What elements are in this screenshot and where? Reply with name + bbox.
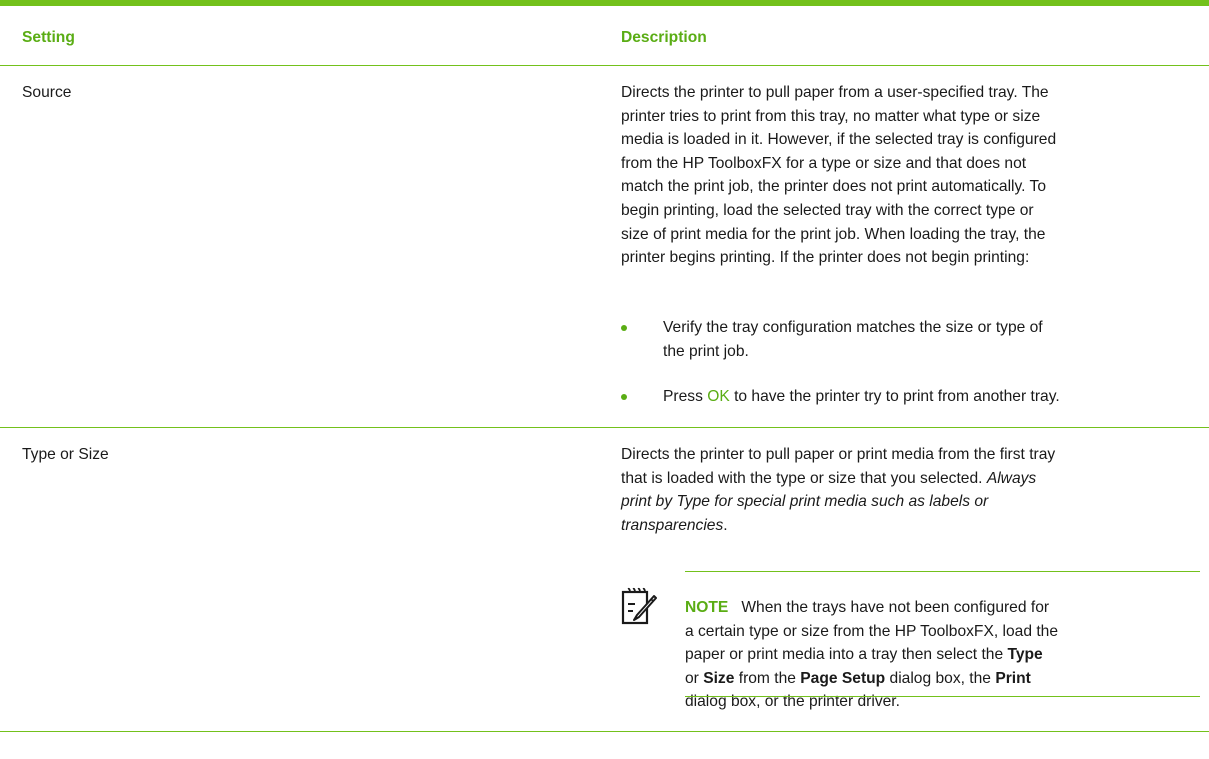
description-line: that is loaded with the type or size tha… [621, 469, 987, 487]
description-line: Directs the printer to pull paper from a… [621, 84, 1049, 101]
bullet-text: the print job. [663, 342, 749, 360]
note-line: a certain type or size from the HP Toolb… [685, 622, 1059, 640]
table-header-row: Setting Description [0, 6, 1209, 65]
header-divider [0, 65, 1209, 66]
note-pencil-icon [621, 587, 657, 625]
note-line: When the trays have not been configured … [741, 599, 1050, 616]
bullet-text: to have the printer try to print from an… [729, 388, 1060, 405]
italic-text: transparencies [621, 516, 724, 534]
row-divider [0, 427, 1209, 428]
description-line: size of print media for the print job. W… [621, 225, 1046, 243]
bullet-dot-icon [621, 394, 627, 400]
note-line: paper or print media into a tray then se… [685, 646, 1008, 664]
description-line: begin printing, load the selected tray w… [621, 201, 1034, 219]
description-line: printer tries to print from this tray, n… [621, 107, 1041, 125]
note-bottom-rule [685, 696, 1200, 697]
description-line: printer begins printing. If the printer … [621, 249, 1030, 267]
table-bottom-rule [0, 731, 1209, 732]
note-line: dialog box, or the printer driver. [685, 693, 900, 711]
description-cell: Directs the printer to pull paper from a… [621, 81, 1199, 270]
setting-cell: Type or Size [22, 446, 109, 463]
italic-text: print by Type for special print media su… [621, 493, 989, 511]
header-description: Description [621, 29, 707, 46]
size-term: Size [703, 669, 735, 687]
bullet-text: Verify the tray configuration matches th… [663, 319, 1043, 336]
note-top-rule [685, 571, 1200, 572]
note-line: dialog box, the [885, 669, 996, 687]
note-box: NOTE When the trays have not been config… [621, 571, 1200, 710]
description-line: from the HP ToolboxFX for a type or size… [621, 154, 1027, 172]
ok-key-label: OK [707, 388, 730, 405]
note-line: or [685, 669, 704, 687]
description-line: media is loaded in it. However, if the s… [621, 131, 1057, 149]
bullet-item: Verify the tray configuration matches th… [621, 316, 1199, 364]
note-line: from the [734, 669, 801, 687]
page-setup-term: Page Setup [800, 669, 886, 687]
type-term: Type [1007, 646, 1043, 664]
description-line: match the print job, the printer does no… [621, 178, 1047, 196]
description-line: Directs the printer to pull paper or pri… [621, 446, 1056, 463]
punctuation: . [723, 516, 728, 534]
italic-text: Always [986, 469, 1037, 487]
print-term: Print [995, 669, 1031, 687]
bullet-dot-icon [621, 325, 627, 331]
note-label: NOTE [685, 599, 729, 616]
bullet-item: Press OK to have the printer try to prin… [621, 385, 1199, 409]
setting-cell: Source [22, 84, 72, 101]
description-cell: Directs the printer to pull paper or pri… [621, 443, 1199, 537]
bullet-text: Press [663, 388, 708, 405]
header-setting: Setting [22, 29, 75, 46]
